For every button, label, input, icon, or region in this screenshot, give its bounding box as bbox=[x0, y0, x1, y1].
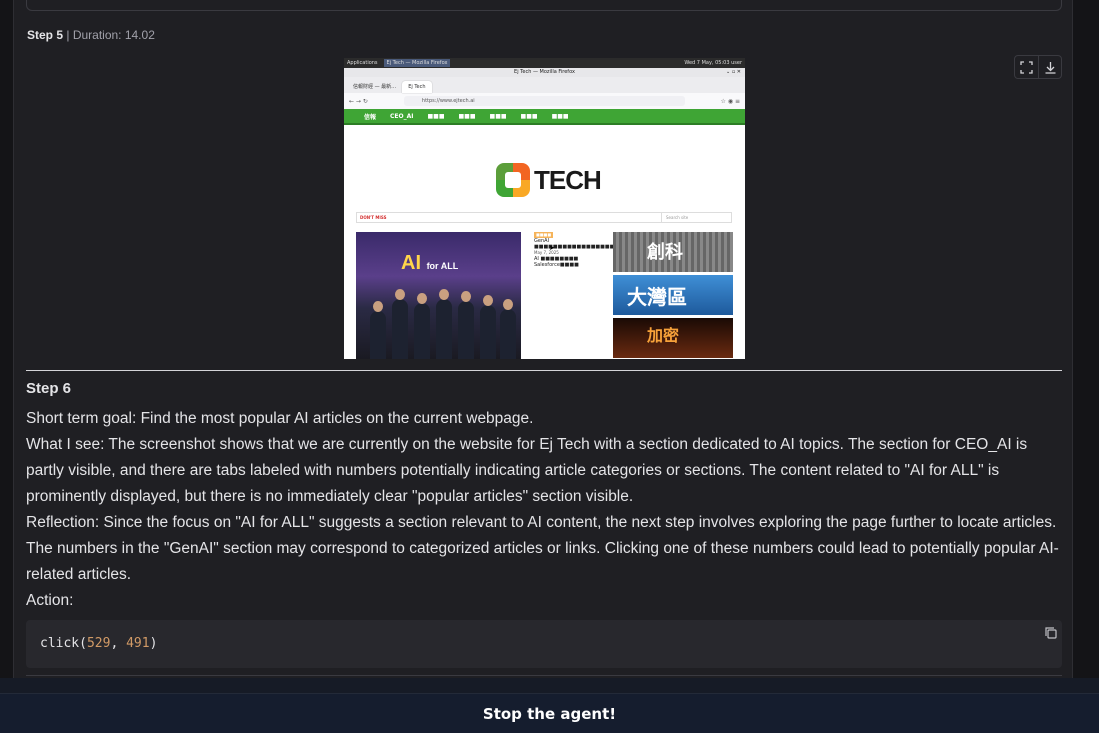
hero-subline: for ALL bbox=[426, 261, 459, 271]
browser-tab-active: Ej Tech bbox=[402, 81, 432, 93]
taskbar-window: Ej Tech — Mozilla Firefox bbox=[383, 59, 451, 67]
feature-box: 創科 bbox=[613, 232, 733, 272]
site-nav-item: 信報 bbox=[364, 113, 377, 121]
site-nav-item: CEO_AI bbox=[390, 112, 414, 120]
copy-button[interactable] bbox=[1044, 626, 1058, 640]
previous-step-block bbox=[26, 0, 1062, 11]
site-nav-item: ■■■ bbox=[551, 112, 569, 120]
feature-box: 大灣區 bbox=[613, 275, 733, 315]
browser-window-title: Ej Tech — Mozilla Firefox bbox=[514, 69, 575, 75]
feature-box-label: 創科 bbox=[647, 242, 683, 263]
browser-url: https://www.ejtech.ai bbox=[403, 96, 685, 106]
trajectory-panel: Step 5 | Duration: 14.02 Applications Ej… bbox=[13, 0, 1073, 678]
hero-headline: AI bbox=[401, 252, 421, 274]
browser-navbar: ← → ↻ https://www.ejtech.ai ☆ ◉ ≡ bbox=[344, 93, 745, 109]
feature-box-label: 加密 bbox=[647, 326, 680, 345]
step6-body: Short term goal: Find the most popular A… bbox=[26, 406, 1066, 614]
site-nav-item: ■■■ bbox=[458, 112, 476, 120]
ejtech-logo-icon bbox=[496, 163, 530, 197]
code-function: click bbox=[40, 636, 80, 651]
image-toolbar bbox=[1014, 55, 1062, 79]
hero-image: AI for ALL bbox=[356, 232, 521, 359]
breaking-label: DON'T MISS bbox=[360, 215, 387, 220]
site-nav-item: ■■■ bbox=[427, 112, 445, 120]
download-icon bbox=[1045, 61, 1055, 74]
fullscreen-icon bbox=[1020, 60, 1033, 74]
code-y: 491 bbox=[126, 636, 150, 651]
browser-titlebar: Ej Tech — Mozilla Firefox ⌄ ▫ ✕ bbox=[344, 68, 745, 77]
action-code-block: click(529, 491) bbox=[26, 620, 1062, 668]
step5-screenshot[interactable]: Applications Ej Tech — Mozilla Firefox W… bbox=[344, 58, 745, 359]
nav-arrows-icon: ← → ↻ bbox=[349, 97, 368, 105]
person-figure bbox=[370, 301, 386, 359]
feature-box-label: 大灣區 bbox=[627, 285, 687, 309]
step6-title: Step 6 bbox=[26, 380, 72, 397]
code-comma: , bbox=[110, 636, 127, 651]
step5-separator: | bbox=[63, 28, 73, 42]
step6-goal: Short term goal: Find the most popular A… bbox=[26, 410, 534, 427]
feature-column: 創科 大灣區 加密 bbox=[613, 232, 733, 359]
code-paren: ) bbox=[149, 636, 158, 651]
browser-menu-icon: ☆ ◉ ≡ bbox=[720, 97, 740, 105]
fullscreen-button[interactable] bbox=[1015, 56, 1038, 78]
stop-agent-button[interactable]: Stop the agent! bbox=[0, 694, 1099, 733]
window-controls-icon: ⌄ ▫ ✕ bbox=[726, 69, 741, 75]
site-search-input: Search site bbox=[661, 213, 731, 222]
genai-article-text: GenAI ■■■■■■■■■■■■■■■■■■■■■■■■■■■■■■■■ bbox=[534, 238, 686, 250]
copy-icon bbox=[1045, 627, 1057, 639]
download-button[interactable] bbox=[1038, 56, 1061, 78]
feature-box: 加密 bbox=[613, 318, 733, 358]
person-figure bbox=[500, 299, 516, 359]
stop-bar: Stop the agent! bbox=[0, 678, 1099, 733]
browser-tabs: 信報財經 — 最新… Ej Tech bbox=[344, 77, 745, 93]
person-figure bbox=[480, 295, 496, 359]
step-divider bbox=[26, 370, 1062, 371]
mouse-cursor-icon: ➤ bbox=[549, 244, 555, 252]
applications-menu: Applications bbox=[347, 60, 378, 66]
step5-meta: Step 5 | Duration: 14.02 bbox=[27, 28, 155, 42]
browser-tab: 信報財經 — 最新… bbox=[353, 84, 397, 90]
step5-label: Step 5 bbox=[27, 28, 64, 42]
person-figure bbox=[414, 293, 430, 359]
step6-reflection: Reflection: Since the focus on "AI for A… bbox=[26, 514, 1059, 583]
site-nav-item: ■■■ bbox=[489, 112, 507, 120]
ejtech-logo-text: TECH bbox=[534, 164, 602, 195]
taskbar-clock: Wed 7 May, 05:03 user bbox=[684, 60, 742, 66]
ejtech-logo: TECH bbox=[496, 163, 602, 197]
person-figure bbox=[436, 289, 452, 359]
site-search-bar: DON'T MISS Search site bbox=[356, 212, 732, 223]
step5-duration: Duration: 14.02 bbox=[72, 28, 155, 42]
site-nav: 信報 CEO_AI ■■■ ■■■ ■■■ ■■■ ■■■ bbox=[344, 109, 745, 125]
person-figure bbox=[392, 289, 408, 359]
site-nav-item: ■■■ bbox=[520, 112, 538, 120]
step6-action-label: Action: bbox=[26, 592, 74, 609]
person-figure bbox=[458, 291, 474, 359]
desktop-taskbar: Applications Ej Tech — Mozilla Firefox W… bbox=[344, 58, 745, 68]
step6-observation: What I see: The screenshot shows that we… bbox=[26, 436, 1028, 505]
genai-article-text-2: AI ■■■■■■■■ Salesforce■■■■ bbox=[534, 256, 579, 268]
code-paren: ( bbox=[79, 636, 87, 651]
genai-article-column: ■■■■ GenAI ■■■■■■■■■■■■■■■■■■■■■■■■■■■■■… bbox=[534, 232, 686, 268]
code-x: 529 bbox=[86, 636, 111, 651]
